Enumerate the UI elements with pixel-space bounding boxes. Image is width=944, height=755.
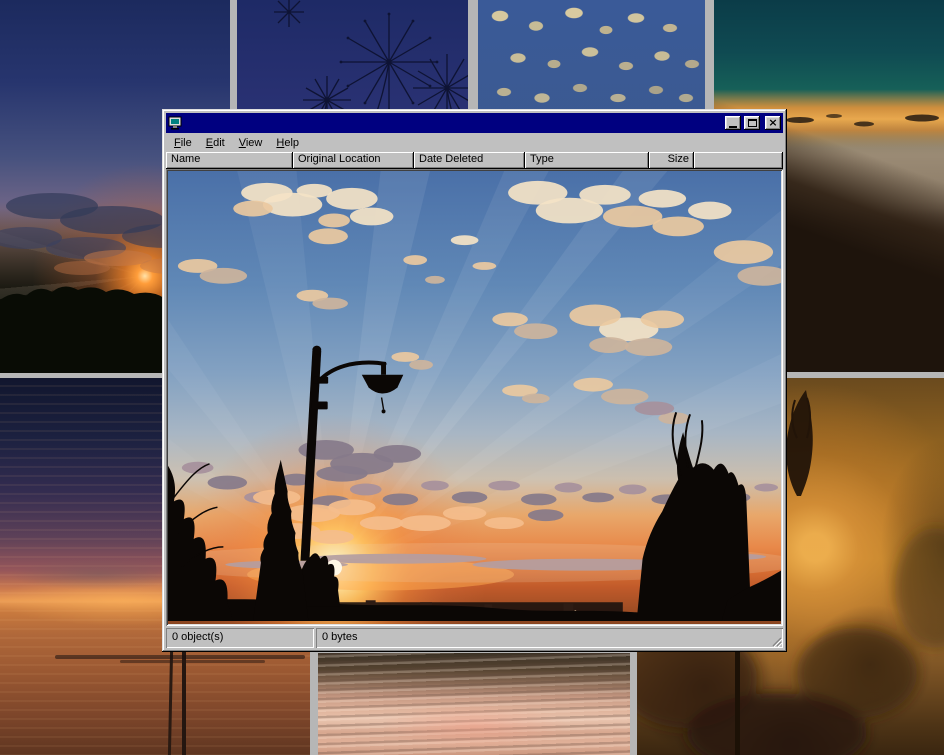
column-header-date-deleted[interactable]: Date Deleted [414,152,525,169]
menu-edit[interactable]: Edit [199,135,232,151]
computer-icon[interactable] [168,116,182,130]
recycle-bin-window: × File Edit View Help Name Original Loca… [162,109,787,652]
wallpaper-tile-ripple-reflection [318,653,630,755]
column-header-size[interactable]: Size [649,152,694,169]
menu-edit-rest: dit [213,137,225,149]
sunset-lamp-photo [168,171,781,624]
menu-help-rest: elp [284,137,299,149]
menu-file-key: F [174,137,181,149]
titlebar[interactable]: × [166,113,783,133]
menu-view[interactable]: View [232,135,270,151]
menu-view-rest: iew [246,137,263,149]
menu-file[interactable]: File [167,135,199,151]
column-header-type[interactable]: Type [525,152,649,169]
close-icon: × [768,118,777,128]
column-header-blank[interactable] [694,152,783,169]
lagoon-pole-silhouette [182,650,186,755]
minimize-icon [729,126,737,128]
column-header-original-location[interactable]: Original Location [293,152,414,169]
minimize-button[interactable] [725,116,741,130]
menu-file-rest: ile [181,137,192,149]
lagoon-shoreline [55,655,305,659]
column-header-row: Name Original Location Date Deleted Type… [166,152,783,169]
menubar: File Edit View Help [166,133,783,152]
bokeh-lamppost-silhouette [735,650,740,755]
resize-grip[interactable] [770,635,782,647]
maximize-icon [748,119,757,127]
menu-edit-key: E [206,137,213,149]
close-button[interactable]: × [765,116,781,130]
menu-view-key: V [239,137,246,149]
lagoon-sandbar [120,660,265,663]
status-bar: 0 object(s) 0 bytes [166,628,783,648]
menu-help[interactable]: Help [269,135,306,151]
status-bytes-panel: 0 bytes [316,628,783,648]
listview-area[interactable] [166,169,783,626]
column-header-name[interactable]: Name [166,152,293,169]
status-bytes-text: 0 bytes [322,631,357,643]
maximize-button[interactable] [744,116,760,130]
desktop: { "desktop": { "gap_color": "#b6b6b6", "… [0,0,944,755]
status-objects-panel: 0 object(s) [166,628,314,648]
